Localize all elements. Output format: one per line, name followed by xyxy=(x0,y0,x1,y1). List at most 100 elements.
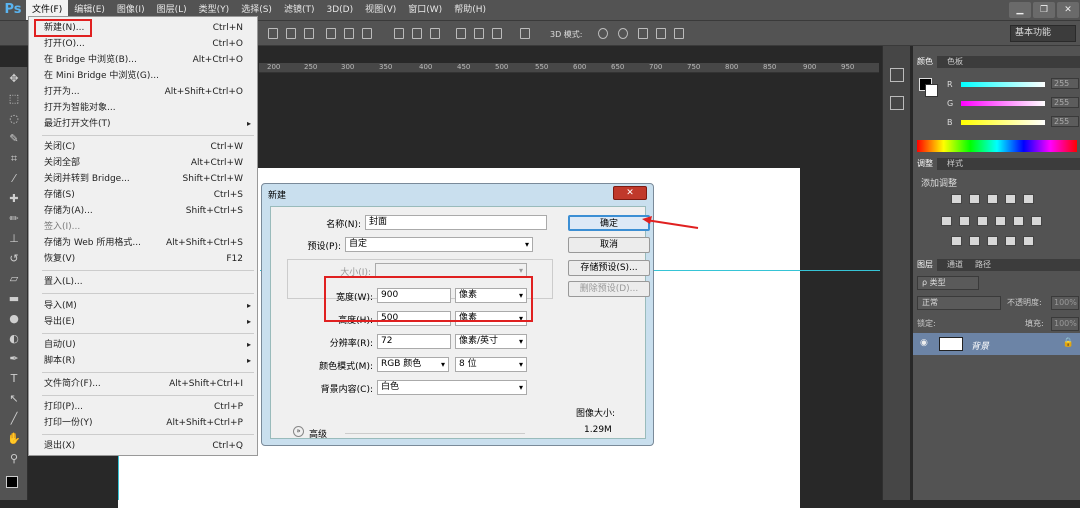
restore-button[interactable]: ❐ xyxy=(1033,2,1055,18)
healing-brush-tool-icon[interactable]: ✚ xyxy=(5,191,23,207)
tab-channels[interactable]: 通道 xyxy=(943,259,967,271)
menu-item-open-as[interactable]: 打开为... Alt+Shift+Ctrl+O xyxy=(29,84,257,100)
menu-item-export[interactable]: 导出(E) ▸ xyxy=(29,314,257,330)
clone-stamp-tool-icon[interactable]: ⊥ xyxy=(5,231,23,247)
menu-item-browse-bridge[interactable]: 在 Bridge 中浏览(B)... Alt+Ctrl+O xyxy=(29,52,257,68)
history-panel-icon[interactable] xyxy=(890,68,904,82)
color-mode-select[interactable]: RGB 颜色 xyxy=(377,357,449,372)
quick-select-tool-icon[interactable]: ✎ xyxy=(5,131,23,147)
align-left-icon[interactable] xyxy=(326,28,336,39)
menu-item-check-in[interactable]: 签入(I)... xyxy=(29,219,257,235)
menu-3d[interactable]: 3D(D) xyxy=(320,0,359,20)
tab-adjustments[interactable]: 调整 xyxy=(913,158,937,170)
color-balance-icon[interactable] xyxy=(959,216,970,226)
close-button[interactable]: ✕ xyxy=(1057,2,1079,18)
menu-item-open-smart-object[interactable]: 打开为智能对象... xyxy=(29,100,257,116)
auto-align-icon[interactable] xyxy=(520,28,530,39)
green-slider[interactable]: G 255 xyxy=(917,97,1079,109)
blend-mode-select[interactable]: 正常 xyxy=(917,296,1001,310)
save-preset-button[interactable]: 存储预设(S)... xyxy=(568,260,650,276)
hand-tool-icon[interactable]: ✋ xyxy=(5,431,23,447)
eraser-tool-icon[interactable]: ▱ xyxy=(5,271,23,287)
menu-item-save-as[interactable]: 存储为(A)... Shift+Ctrl+S xyxy=(29,203,257,219)
3d-scale-icon[interactable] xyxy=(674,28,684,39)
name-input[interactable]: 封面 xyxy=(365,215,547,230)
line-tool-icon[interactable]: ╱ xyxy=(5,411,23,427)
hue-saturation-icon[interactable] xyxy=(941,216,952,226)
menu-item-print[interactable]: 打印(P)... Ctrl+P xyxy=(29,399,257,415)
align-right-icon[interactable] xyxy=(362,28,372,39)
channel-mixer-icon[interactable] xyxy=(1013,216,1024,226)
menu-item-print-one[interactable]: 打印一份(Y) Alt+Shift+Ctrl+P xyxy=(29,415,257,431)
dialog-close-button[interactable]: ✕ xyxy=(613,186,647,200)
invert-icon[interactable] xyxy=(951,236,962,246)
expand-advanced-icon[interactable]: » xyxy=(293,426,304,437)
minimize-button[interactable]: ▁ xyxy=(1009,2,1031,18)
layer-filter-select[interactable]: ρ 类型 xyxy=(917,276,979,290)
marquee-tool-icon[interactable]: ⬚ xyxy=(5,91,23,107)
bit-depth-select[interactable]: 8 位 xyxy=(455,357,527,372)
distribute-top-icon[interactable] xyxy=(394,28,404,39)
blue-value[interactable]: 255 xyxy=(1051,116,1079,127)
3d-slide-icon[interactable] xyxy=(656,28,666,39)
distribute-vcenter-icon[interactable] xyxy=(412,28,422,39)
brightness-icon[interactable] xyxy=(951,194,962,204)
foreground-color-swatch[interactable] xyxy=(6,476,18,488)
background-select[interactable]: 白色 xyxy=(377,380,527,395)
type-tool-icon[interactable]: T xyxy=(5,371,23,387)
menu-window[interactable]: 窗口(W) xyxy=(402,0,448,20)
distribute-bottom-icon[interactable] xyxy=(430,28,440,39)
align-vcenter-icon[interactable] xyxy=(286,28,296,39)
resolution-input[interactable]: 72 xyxy=(377,334,451,349)
menu-help[interactable]: 帮助(H) xyxy=(448,0,492,20)
move-tool-icon[interactable]: ✥ xyxy=(5,71,23,87)
tab-swatches[interactable]: 色板 xyxy=(943,56,967,68)
menu-item-automate[interactable]: 自动(U) ▸ xyxy=(29,337,257,353)
curves-icon[interactable] xyxy=(987,194,998,204)
menu-item-close-to-bridge[interactable]: 关闭并转到 Bridge... Shift+Ctrl+W xyxy=(29,171,257,187)
threshold-icon[interactable] xyxy=(987,236,998,246)
blue-slider[interactable]: B 255 xyxy=(917,116,1079,128)
ok-button[interactable]: 确定 xyxy=(568,215,650,231)
menu-item-open[interactable]: 打开(O)... Ctrl+O xyxy=(29,36,257,52)
distribute-hcenter-icon[interactable] xyxy=(474,28,484,39)
tab-styles[interactable]: 样式 xyxy=(943,158,967,170)
menu-item-revert[interactable]: 恢复(V) F12 xyxy=(29,251,257,267)
workspace-select[interactable]: 基本功能 xyxy=(1010,25,1076,42)
advanced-label[interactable]: 高级 xyxy=(309,427,327,440)
menu-item-save[interactable]: 存储(S) Ctrl+S xyxy=(29,187,257,203)
menu-item-browse-mini-bridge[interactable]: 在 Mini Bridge 中浏览(G)... xyxy=(29,68,257,84)
menu-item-save-for-web[interactable]: 存储为 Web 所用格式... Alt+Shift+Ctrl+S xyxy=(29,235,257,251)
dodge-tool-icon[interactable]: ◐ xyxy=(5,331,23,347)
align-bottom-icon[interactable] xyxy=(304,28,314,39)
align-top-icon[interactable] xyxy=(268,28,278,39)
menu-item-recent[interactable]: 最近打开文件(T) ▸ xyxy=(29,116,257,132)
menu-item-scripts[interactable]: 脚本(R) ▸ xyxy=(29,353,257,369)
exposure-icon[interactable] xyxy=(1005,194,1016,204)
gradient-map-icon[interactable] xyxy=(1005,236,1016,246)
fill-input[interactable]: 100% xyxy=(1051,317,1079,331)
menu-filter[interactable]: 滤镜(T) xyxy=(278,0,321,20)
menu-item-place[interactable]: 置入(L)... xyxy=(29,274,257,290)
properties-panel-icon[interactable] xyxy=(890,96,904,110)
vibrance-icon[interactable] xyxy=(1023,194,1034,204)
color-spectrum-bar[interactable] xyxy=(917,140,1077,152)
cancel-button[interactable]: 取消 xyxy=(568,237,650,253)
red-slider[interactable]: R 255 xyxy=(917,78,1079,90)
pen-tool-icon[interactable]: ✒ xyxy=(5,351,23,367)
align-hcenter-icon[interactable] xyxy=(344,28,354,39)
menu-view[interactable]: 视图(V) xyxy=(359,0,402,20)
red-slider-track[interactable] xyxy=(961,82,1045,87)
black-white-icon[interactable] xyxy=(977,216,988,226)
menu-item-exit[interactable]: 退出(X) Ctrl+Q xyxy=(29,438,257,454)
blue-slider-track[interactable] xyxy=(961,120,1045,125)
distribute-left-icon[interactable] xyxy=(456,28,466,39)
history-brush-tool-icon[interactable]: ↺ xyxy=(5,251,23,267)
photo-filter-icon[interactable] xyxy=(995,216,1006,226)
red-value[interactable]: 255 xyxy=(1051,78,1079,89)
menu-item-import[interactable]: 导入(M) ▸ xyxy=(29,298,257,314)
eyedropper-tool-icon[interactable]: ⁄ xyxy=(5,171,23,187)
3d-rotate-icon[interactable] xyxy=(598,28,608,39)
brush-tool-icon[interactable]: ✏ xyxy=(5,211,23,227)
selective-color-icon[interactable] xyxy=(1023,236,1034,246)
